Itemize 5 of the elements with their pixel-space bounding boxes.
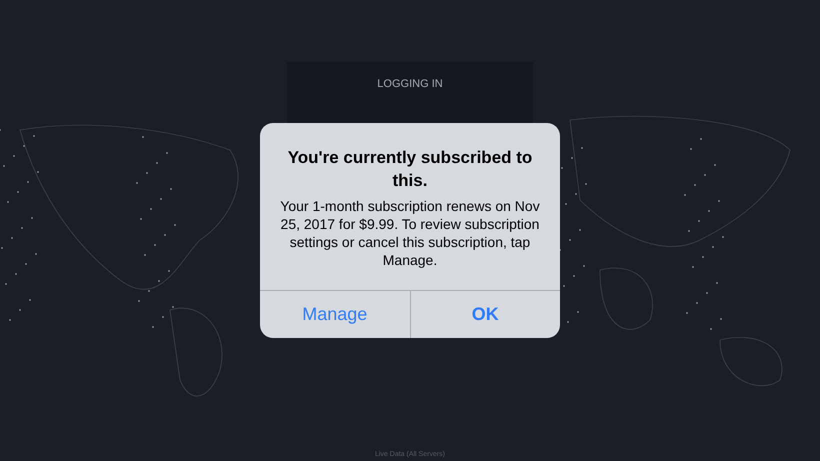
alert-message: Your 1-month subscription renews on Nov 25, 2017 for $9.99. To review subscription settings or cancel this subscription, tap Manage.	[279, 197, 541, 269]
ok-button[interactable]: OK	[410, 291, 560, 338]
alert-title: You're currently subscribed to this.	[286, 147, 534, 192]
panel-title: LOGGING IN	[377, 77, 443, 92]
manage-button[interactable]: Manage	[260, 291, 410, 338]
